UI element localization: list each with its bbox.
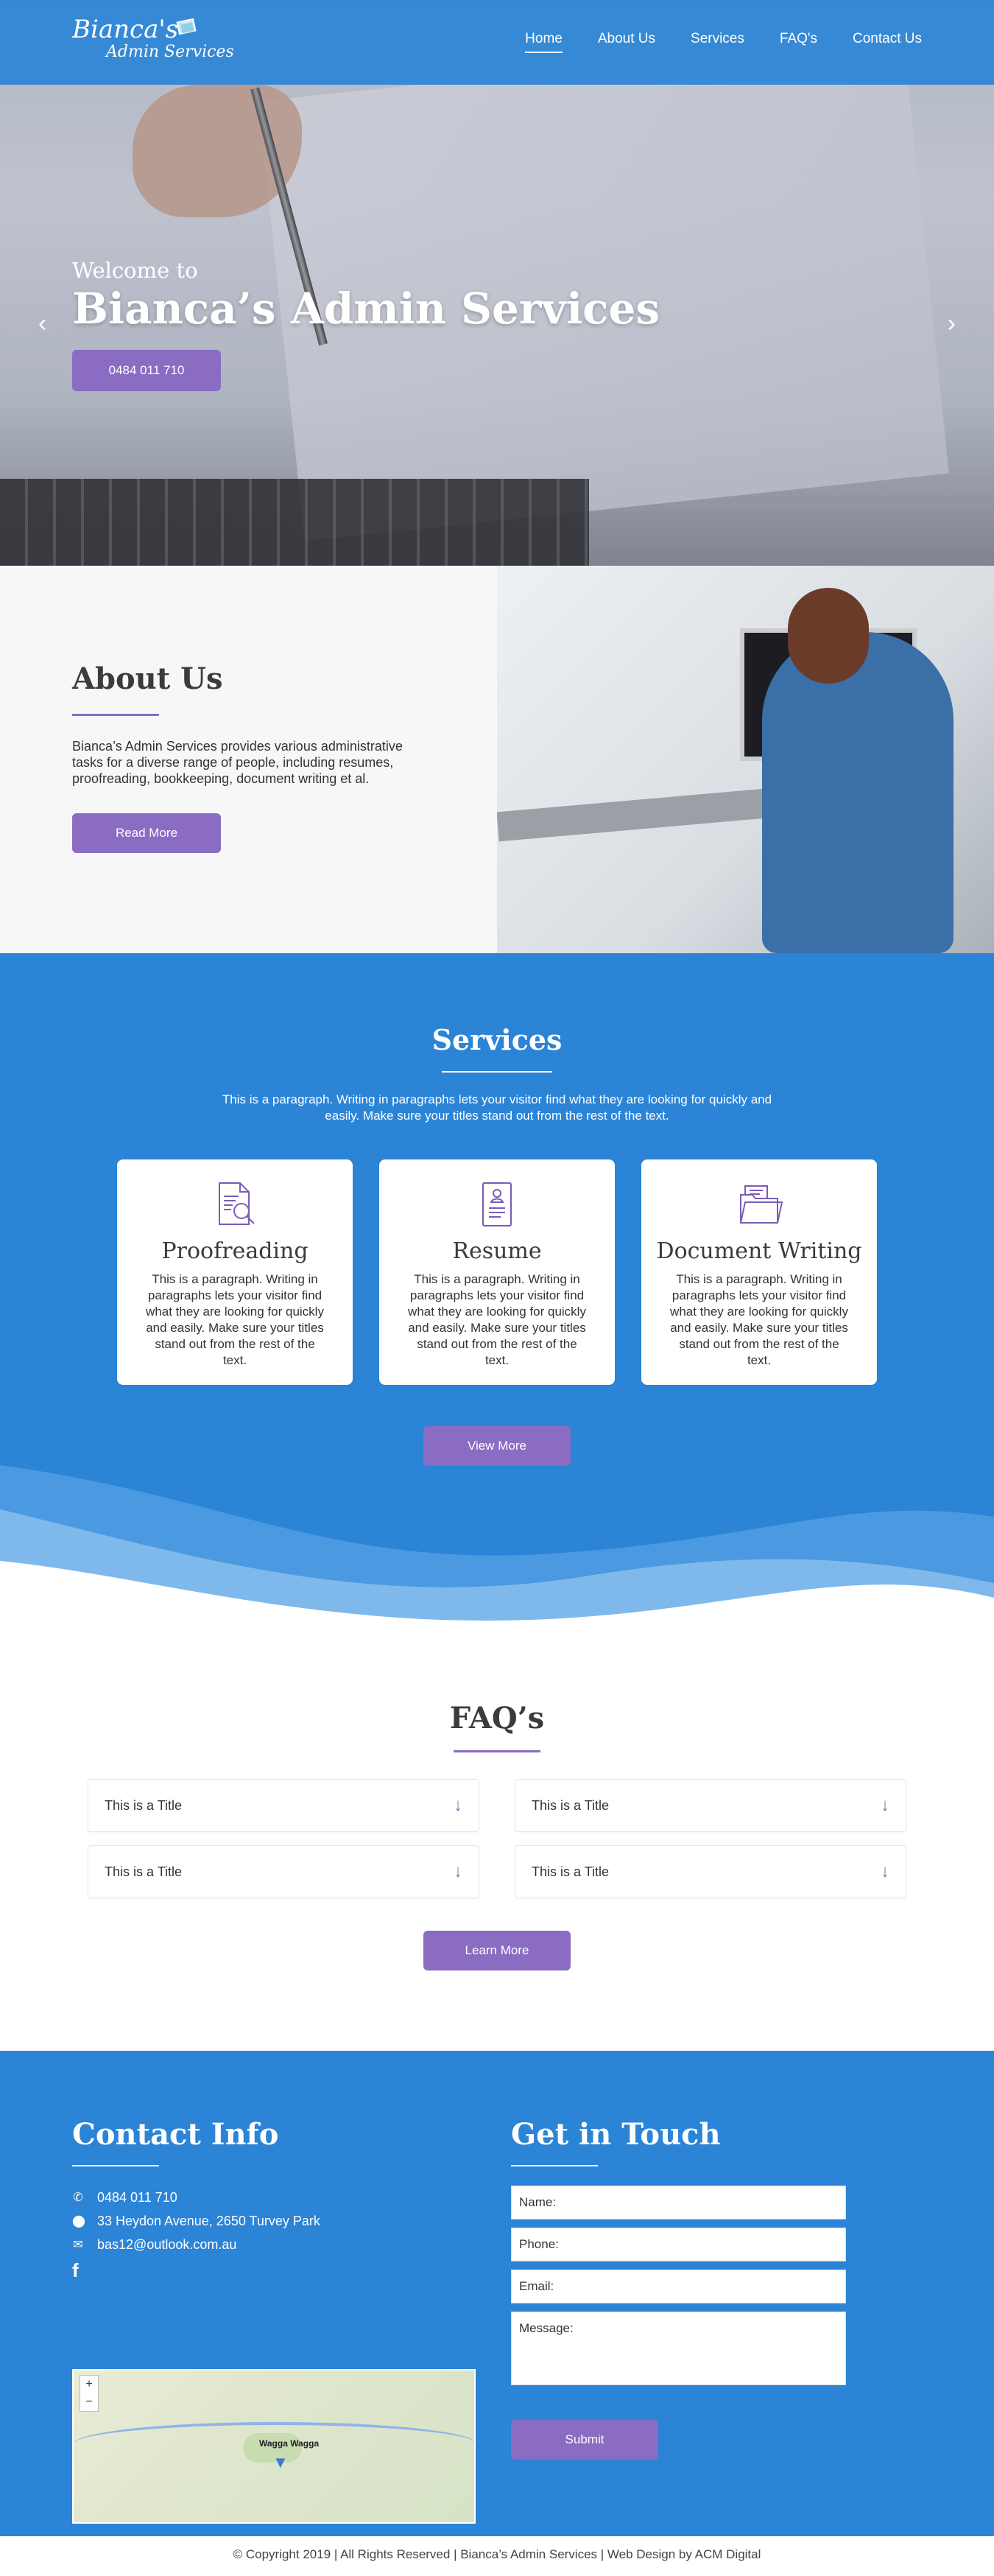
services-divider	[442, 1071, 552, 1073]
nav-contact[interactable]: Contact Us	[853, 31, 922, 53]
phone-text[interactable]: 0484 011 710	[97, 2190, 177, 2205]
email-text[interactable]: bas12@outlook.com.au	[97, 2237, 236, 2253]
resume-icon	[482, 1182, 512, 1226]
about-office-image	[497, 566, 994, 953]
service-card-resume[interactable]: Resume This is a paragraph. Writing in p…	[379, 1159, 615, 1385]
view-more-button[interactable]: View More	[423, 1426, 571, 1466]
get-in-touch-title: Get in Touch	[511, 2117, 721, 2152]
logo-line2: Admin Services	[106, 43, 234, 61]
faq-section: FAQ’s This is a Title ↓ This is a Title …	[0, 1642, 994, 2051]
contact-info-divider	[72, 2165, 159, 2166]
proofreading-icon	[219, 1182, 255, 1225]
card-text: This is a paragraph. Writing in paragrap…	[146, 1272, 324, 1367]
faq-item-title: This is a Title	[105, 1864, 183, 1879]
copyright-text: © Copyright 2019 | All Rights Reserved |…	[233, 2547, 761, 2561]
about-section: About Us Bianca’s Admin Services provide…	[0, 566, 994, 953]
message-field[interactable]: Message:	[511, 2312, 846, 2385]
arrow-down-icon[interactable]: ↓	[881, 1795, 889, 1816]
services-title: Services	[431, 1023, 563, 1056]
phone-field[interactable]: Phone:	[511, 2228, 846, 2261]
hero-title: Bianca’s Admin Services	[72, 284, 660, 334]
faq-item-title: This is a Title	[532, 1797, 610, 1813]
nav-services[interactable]: Services	[691, 31, 744, 53]
read-more-button[interactable]: Read More	[72, 813, 221, 853]
site-header: Bianca's Admin Services Home About Us Se…	[0, 0, 994, 85]
about-text-panel: About Us Bianca’s Admin Services provide…	[0, 566, 497, 953]
contact-email: ✉ bas12@outlook.com.au	[72, 2233, 477, 2256]
nav-home[interactable]: Home	[525, 31, 563, 53]
map-label: Wagga Wagga	[259, 2438, 320, 2449]
map-zoom-controls: + −	[80, 2375, 99, 2412]
book-icon	[176, 18, 197, 35]
contact-address: ⬤ 33 Heydon Avenue, 2650 Turvey Park	[72, 2209, 477, 2233]
about-divider	[72, 714, 159, 716]
about-text: Bianca’s Admin Services provides various…	[72, 739, 403, 786]
contact-info: Contact Info ✆ 0484 011 710 ⬤ 33 Heydon …	[72, 2117, 477, 2524]
faq-title: FAQ’s	[449, 1701, 545, 1736]
zoom-out-icon[interactable]: −	[80, 2393, 98, 2411]
faq-item[interactable]: This is a Title ↓	[88, 1845, 479, 1898]
card-text: This is a paragraph. Writing in paragrap…	[670, 1272, 848, 1367]
address-text: 33 Heydon Avenue, 2650 Turvey Park	[97, 2213, 320, 2228]
about-title: About Us	[72, 661, 223, 696]
location-map[interactable]: Wagga Wagga ▼ + −	[72, 2369, 476, 2524]
faq-item[interactable]: This is a Title ↓	[515, 1845, 906, 1898]
person-head-image	[788, 588, 869, 684]
name-field[interactable]: Name:	[511, 2186, 846, 2219]
card-title: Resume	[452, 1238, 542, 1264]
wave-divider	[0, 1465, 994, 1642]
hero-phone-button[interactable]: 0484 011 710	[72, 350, 221, 391]
get-in-touch-divider	[511, 2165, 598, 2166]
facebook-icon[interactable]: f	[72, 2259, 477, 2282]
logo[interactable]: Bianca's Admin Services	[72, 16, 234, 62]
learn-more-button[interactable]: Learn More	[423, 1931, 571, 1970]
footer: © Copyright 2019 | All Rights Reserved |…	[0, 2536, 994, 2573]
envelope-icon: ✉	[73, 2239, 83, 2251]
document-writing-icon	[740, 1185, 783, 1224]
main-nav: Home About Us Services FAQ's Contact Us	[525, 31, 922, 53]
faq-list: This is a Title ↓ This is a Title ↓ This…	[88, 1779, 906, 1898]
service-card-document-writing[interactable]: Document Writing This is a paragraph. Wr…	[641, 1159, 877, 1385]
person-image	[762, 632, 954, 953]
hero-slider: Welcome to Bianca’s Admin Services 0484 …	[0, 0, 994, 566]
nav-faq[interactable]: FAQ's	[780, 31, 817, 53]
map-pin-icon[interactable]: ▼	[272, 2453, 289, 2472]
arrow-down-icon[interactable]: ↓	[454, 1795, 462, 1816]
slider-next-icon[interactable]: ›	[948, 309, 956, 338]
contact-phone: ✆ 0484 011 710	[72, 2186, 477, 2209]
faq-item-title: This is a Title	[532, 1864, 610, 1879]
faq-item[interactable]: This is a Title ↓	[88, 1779, 479, 1832]
hero-welcome: Welcome to	[72, 258, 198, 283]
service-card-proofreading[interactable]: Proofreading This is a paragraph. Writin…	[117, 1159, 353, 1385]
services-intro: This is a paragraph. Writing in paragrap…	[222, 1092, 772, 1123]
card-text: This is a paragraph. Writing in paragrap…	[408, 1272, 586, 1367]
faq-item[interactable]: This is a Title ↓	[515, 1779, 906, 1832]
logo-line1: Bianca's	[72, 15, 179, 44]
contact-info-title: Contact Info	[72, 2117, 279, 2152]
email-field[interactable]: Email:	[511, 2270, 846, 2303]
arrow-down-icon[interactable]: ↓	[881, 1861, 889, 1882]
card-title: Document Writing	[656, 1238, 862, 1264]
faq-item-title: This is a Title	[105, 1797, 183, 1813]
contact-form: Get in Touch Name: Phone: Email: Message…	[511, 2117, 850, 2460]
contact-section: Contact Info ✆ 0484 011 710 ⬤ 33 Heydon …	[0, 2051, 994, 2536]
services-cards: Proofreading This is a paragraph. Writin…	[0, 1159, 994, 1385]
slider-prev-icon[interactable]: ‹	[38, 309, 46, 338]
phone-icon: ✆	[73, 2191, 83, 2204]
location-pin-icon: ⬤	[72, 2215, 85, 2228]
zoom-in-icon[interactable]: +	[80, 2376, 98, 2393]
arrow-down-icon[interactable]: ↓	[454, 1861, 462, 1882]
card-title: Proofreading	[161, 1238, 309, 1264]
faq-divider	[454, 1750, 540, 1752]
submit-button[interactable]: Submit	[511, 2420, 658, 2460]
hero-overlay	[0, 0, 994, 566]
nav-about[interactable]: About Us	[598, 31, 655, 53]
services-section: Services This is a paragraph. Writing in…	[0, 953, 994, 1642]
